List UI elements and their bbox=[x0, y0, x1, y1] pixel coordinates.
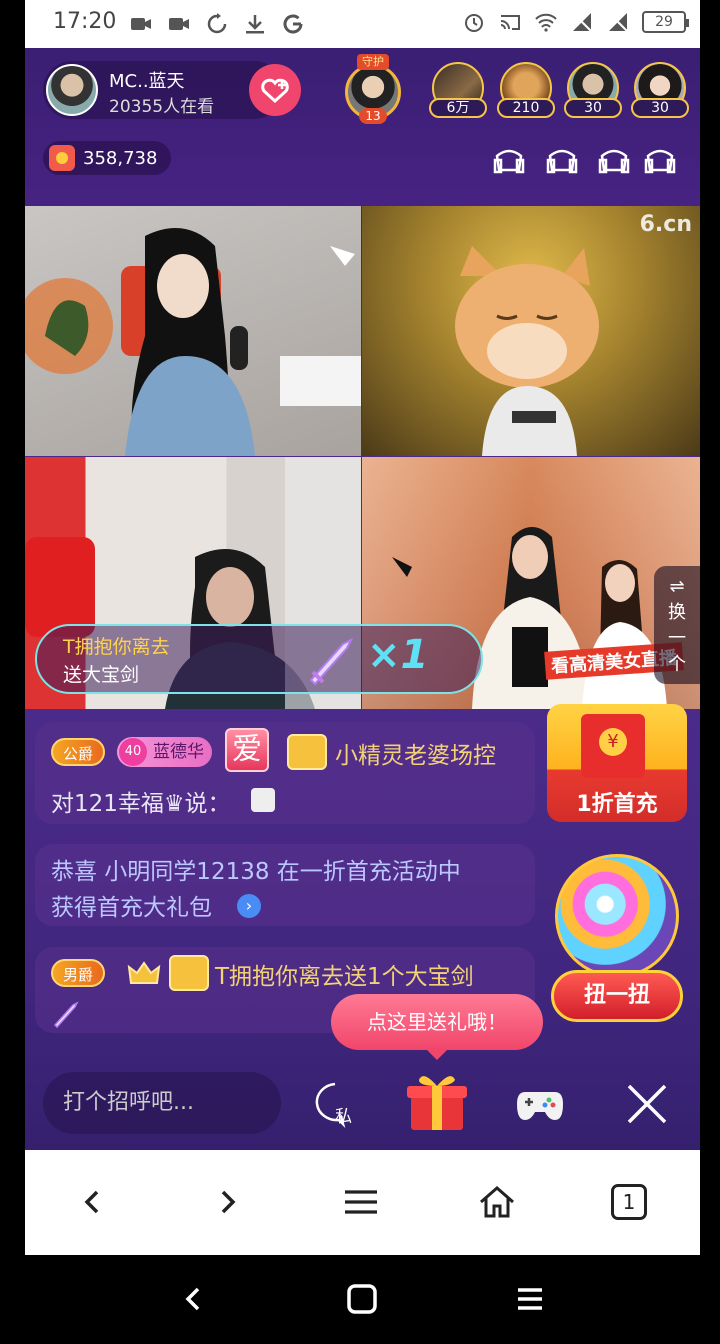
cast-icon bbox=[500, 15, 520, 30]
rank-badge: 公爵 bbox=[51, 738, 106, 766]
nav-recents-icon[interactable] bbox=[512, 1281, 548, 1317]
system-text-line2: 获得首充大礼包 bbox=[51, 895, 212, 921]
viewer-count: 20355人在看 bbox=[109, 97, 215, 117]
rank-badge: 男爵 bbox=[51, 959, 106, 987]
no-signal-icon bbox=[608, 12, 628, 32]
gamepad-icon bbox=[517, 1092, 563, 1120]
follow-button[interactable] bbox=[249, 64, 301, 116]
nav-back-icon[interactable] bbox=[176, 1281, 212, 1317]
no-signal-icon bbox=[572, 12, 592, 32]
streamer-figure bbox=[25, 228, 361, 456]
gacha-machine[interactable]: 扭一扭 bbox=[551, 854, 683, 1024]
coin-balance[interactable]: 358,738 bbox=[43, 141, 172, 175]
close-icon bbox=[627, 1084, 667, 1124]
video-feed[interactable]: 6.cn bbox=[362, 206, 700, 456]
private-label: 私 bbox=[335, 1107, 352, 1127]
user-name: 蓝德华 bbox=[153, 742, 204, 762]
user-icon bbox=[169, 955, 209, 991]
gift-box-icon bbox=[407, 1076, 467, 1130]
host-name: MC..蓝天 bbox=[109, 71, 185, 92]
video-camera-icon bbox=[131, 18, 151, 30]
sync-icon bbox=[207, 13, 227, 34]
sword-gift-icon bbox=[53, 1001, 79, 1029]
fan-count: 30 bbox=[564, 98, 622, 118]
video-camera-icon bbox=[169, 18, 189, 30]
fan-count: 30 bbox=[631, 98, 689, 118]
game-button[interactable] bbox=[515, 1084, 565, 1126]
gacha-button[interactable]: 扭一扭 bbox=[551, 970, 683, 1022]
live-room: MC..蓝天 20355人在看 守护 13 6万 210 30 30 358,7… bbox=[25, 48, 700, 1150]
gacha-globe-icon bbox=[555, 854, 679, 978]
host-info[interactable]: MC..蓝天 20355人在看 bbox=[43, 61, 301, 119]
coin-icon bbox=[49, 145, 75, 171]
fan-count: 6万 bbox=[429, 98, 487, 118]
forward-icon[interactable] bbox=[205, 1180, 249, 1224]
chat-message[interactable]: 公爵 40 蓝德华 爱 小精灵老婆场控 对121幸福♛说： bbox=[35, 722, 535, 824]
watermark: 6.cn bbox=[639, 212, 692, 237]
phone-screen: 17:20 29 MC..蓝天 20355人在看 守护 13 6万 210 30… bbox=[25, 0, 700, 1255]
home-icon[interactable] bbox=[475, 1180, 519, 1224]
red-envelope-icon bbox=[581, 714, 645, 778]
seat-icon[interactable] bbox=[598, 148, 630, 176]
level-number: 40 bbox=[119, 738, 147, 766]
close-button[interactable] bbox=[623, 1080, 671, 1128]
google-icon bbox=[283, 14, 303, 34]
first-charge-label: 1折首充 bbox=[576, 792, 658, 817]
gift-sender: T拥抱你离去 bbox=[63, 636, 170, 658]
fan-avatar[interactable]: 6万 bbox=[429, 62, 487, 120]
download-icon bbox=[246, 15, 264, 34]
back-icon[interactable] bbox=[71, 1180, 115, 1224]
fan-avatar[interactable]: 210 bbox=[497, 62, 555, 120]
browser-toolbar: 1 bbox=[25, 1150, 700, 1255]
tabs-button[interactable]: 1 bbox=[611, 1184, 647, 1220]
fan-avatar[interactable]: 30 bbox=[564, 62, 622, 120]
status-bar: 17:20 29 bbox=[25, 0, 700, 48]
guard-count: 13 bbox=[359, 108, 387, 124]
chat-input[interactable]: 打个招呼吧... bbox=[43, 1072, 281, 1134]
video-feed[interactable] bbox=[25, 206, 361, 456]
menu-icon[interactable] bbox=[339, 1180, 383, 1224]
video-grid: 6.cn 看高清美女直播 T拥抱你离去 送大宝剑 ×1 ⇌ 换 一 个 bbox=[25, 206, 700, 709]
love-badge: 爱 bbox=[225, 728, 269, 772]
guard-badge[interactable]: 守护 13 bbox=[339, 54, 407, 124]
battery-icon: 29 bbox=[642, 11, 689, 33]
system-icons: 29 bbox=[462, 10, 689, 34]
private-message-button[interactable]: 私 bbox=[309, 1080, 361, 1129]
fan-avatar[interactable]: 30 bbox=[631, 62, 689, 120]
emoji-icon bbox=[251, 788, 275, 812]
alarm-icon bbox=[465, 14, 483, 32]
gift-button[interactable] bbox=[405, 1070, 469, 1134]
nav-home-icon[interactable] bbox=[344, 1281, 380, 1317]
gift-notification: T拥抱你离去 送大宝剑 ×1 bbox=[35, 624, 483, 694]
host-avatar[interactable] bbox=[46, 64, 98, 116]
cat-figure bbox=[455, 246, 599, 456]
status-time: 17:20 bbox=[53, 9, 117, 34]
user-icon bbox=[287, 734, 327, 770]
chat-text: T拥抱你离去送1个大宝剑 bbox=[215, 964, 474, 990]
first-charge-promo[interactable]: 1折首充 bbox=[547, 704, 687, 822]
chat-text: 小精灵老婆场控 bbox=[335, 743, 496, 769]
gift-multiplier: ×1 bbox=[367, 632, 429, 678]
switch-room-button[interactable]: ⇌ 换 一 个 bbox=[654, 566, 700, 684]
system-message[interactable]: 恭喜 小明同学12138 在一折首充活动中 获得首充大礼包 › bbox=[35, 844, 535, 926]
seat-icon[interactable] bbox=[546, 148, 578, 176]
heart-plus-icon bbox=[261, 78, 289, 104]
seat-icon[interactable] bbox=[493, 148, 525, 176]
chat-text-line2: 对121幸福♛说： bbox=[51, 791, 231, 817]
coin-amount: 358,738 bbox=[83, 147, 158, 169]
sword-gift-icon bbox=[309, 637, 354, 686]
gift-tooltip: 点这里送礼哦！ bbox=[331, 994, 543, 1060]
wifi-icon bbox=[535, 13, 557, 32]
notification-icons bbox=[129, 12, 305, 36]
seat-icon[interactable] bbox=[644, 148, 676, 176]
system-navigation-bar bbox=[0, 1255, 720, 1344]
switch-label: ⇌ 换 一 个 bbox=[668, 576, 686, 675]
crown-icon bbox=[127, 961, 161, 984]
guard-label: 守护 bbox=[357, 54, 389, 70]
fan-count: 210 bbox=[497, 98, 555, 118]
arrow-right-icon[interactable]: › bbox=[237, 894, 261, 918]
level-badge: 40 蓝德华 bbox=[117, 737, 212, 767]
gift-description: 送大宝剑 bbox=[63, 664, 140, 686]
system-text: 恭喜 小明同学12138 在一折首充活动中 bbox=[51, 859, 461, 885]
